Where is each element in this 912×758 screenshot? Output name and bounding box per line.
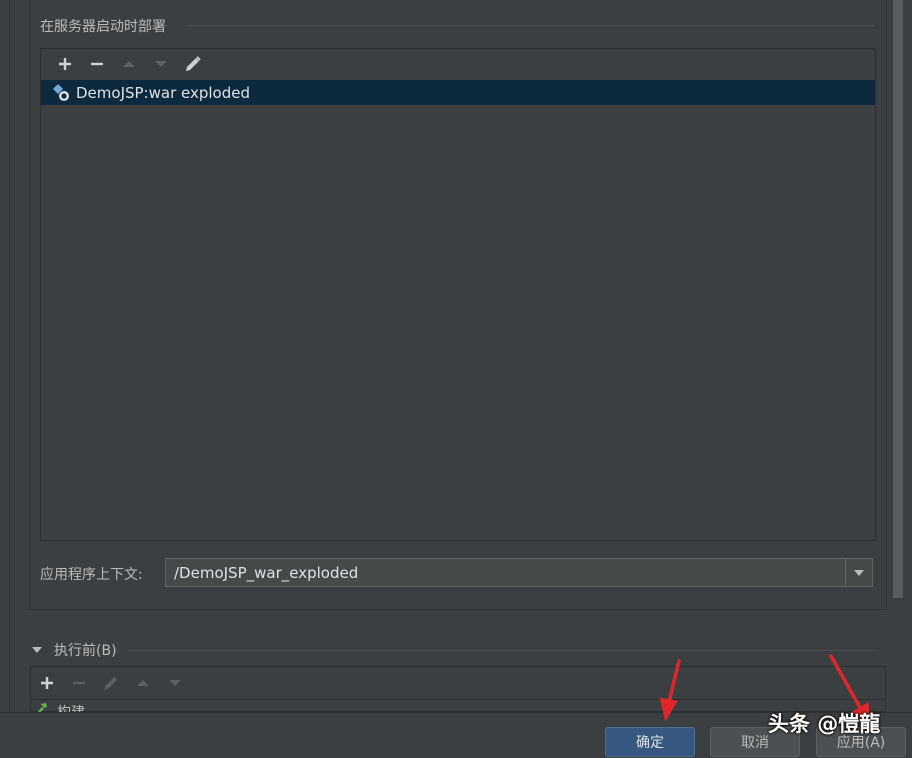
plus-icon[interactable] — [31, 668, 63, 698]
arrow-down-icon[interactable] — [145, 49, 177, 79]
chevron-down-icon[interactable] — [845, 559, 872, 586]
before-launch-toolbar — [31, 669, 191, 697]
context-value[interactable]: /DemoJSP_war_exploded — [166, 564, 845, 582]
before-launch-list: 构建 — [30, 666, 886, 714]
ok-button[interactable]: 确定 — [605, 727, 695, 757]
deploy-section-title: 在服务器启动时部署 — [40, 19, 166, 35]
arrow-up-icon[interactable] — [113, 49, 145, 79]
minus-icon[interactable] — [63, 668, 95, 698]
before-launch-title: 执行前(B) — [54, 643, 117, 659]
vertical-scrollbar[interactable] — [893, 0, 903, 598]
deploy-toolbar — [41, 49, 209, 79]
list-item-label: DemoJSP:war exploded — [76, 83, 250, 102]
list-item[interactable]: DemoJSP:war exploded — [41, 80, 875, 105]
section-divider — [185, 25, 875, 26]
plus-icon[interactable] — [49, 49, 81, 79]
deploy-list: DemoJSP:war exploded — [40, 48, 876, 541]
minus-icon[interactable] — [81, 49, 113, 79]
arrow-up-icon[interactable] — [127, 668, 159, 698]
watermark: 头条 @愷龍 — [768, 712, 881, 736]
context-combobox[interactable]: /DemoJSP_war_exploded — [165, 558, 873, 587]
left-gutter — [0, 0, 10, 712]
collapse-caret-icon[interactable] — [32, 647, 42, 653]
arrow-down-icon[interactable] — [159, 668, 191, 698]
pencil-icon[interactable] — [177, 49, 209, 79]
section-divider — [128, 650, 875, 651]
context-label: 应用程序上下文: — [40, 567, 143, 583]
artifact-icon — [53, 83, 69, 101]
pencil-icon[interactable] — [95, 668, 127, 698]
before-launch-header[interactable]: 执行前(B) — [32, 640, 117, 660]
